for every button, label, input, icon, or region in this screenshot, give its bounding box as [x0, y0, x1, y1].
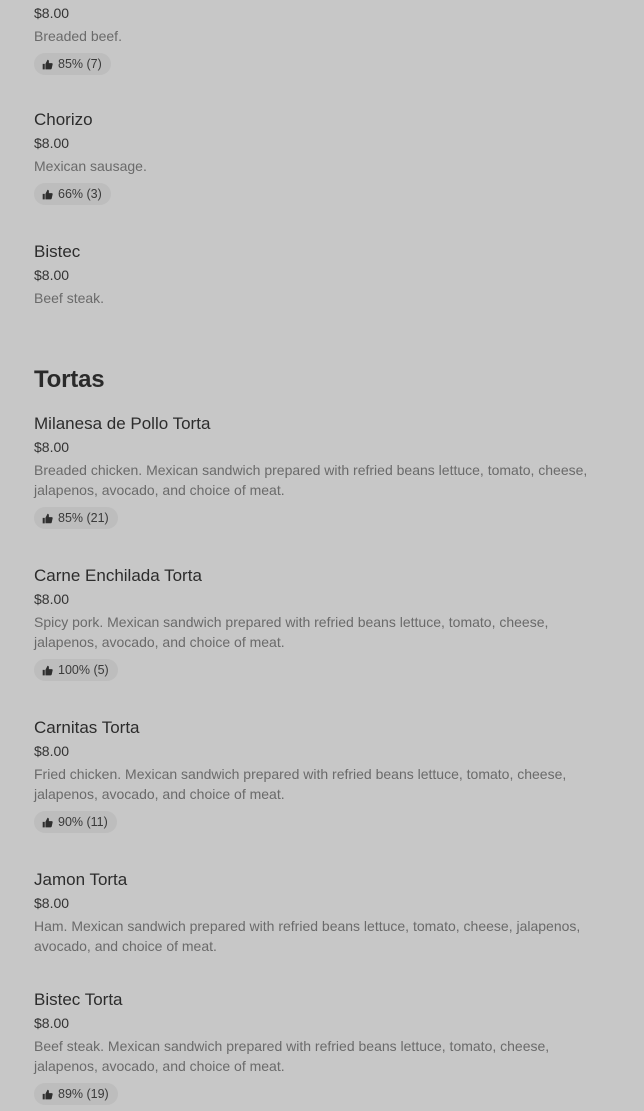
item-price: $8.00: [34, 267, 70, 283]
item-description: Breaded chicken. Mexican sandwich prepar…: [34, 462, 588, 498]
item-name: Carnitas Torta: [34, 718, 140, 737]
menu-item-chorizo[interactable]: Chorizo $8.00 Mexican sausage. 66% (3): [34, 109, 610, 205]
thumbs-up-icon: [42, 1089, 53, 1099]
rating-badge: 100% (5): [34, 659, 118, 681]
menu-item-carnitas-torta[interactable]: Carnitas Torta $8.00 Fried chicken. Mexi…: [34, 717, 610, 833]
menu-page: $8.00 Breaded beef. 85% (7) Chorizo $8.0…: [0, 0, 644, 1111]
item-price: $8.00: [34, 135, 70, 151]
item-description: Beef steak.: [34, 290, 105, 306]
rating-text: 85% (7): [58, 57, 102, 71]
menu-item-milanesa-de-pollo-torta[interactable]: Milanesa de Pollo Torta $8.00 Breaded ch…: [34, 413, 610, 529]
section-title-tortas: Tortas: [34, 366, 105, 393]
rating-text: 89% (19): [58, 1087, 109, 1101]
item-description: Beef steak. Mexican sandwich prepared wi…: [34, 1038, 550, 1074]
menu-item-partial[interactable]: $8.00 Breaded beef. 85% (7): [34, 4, 610, 75]
item-description: Spicy pork. Mexican sandwich prepared wi…: [34, 614, 549, 650]
rating-text: 66% (3): [58, 187, 102, 201]
rating-badge: 85% (21): [34, 507, 118, 529]
rating-badge: 89% (19): [34, 1083, 118, 1105]
rating-text: 90% (11): [58, 815, 108, 829]
rating-badge: 90% (11): [34, 811, 117, 833]
item-description: Breaded beef.: [34, 28, 122, 44]
thumbs-up-icon: [42, 189, 53, 199]
item-price: $8.00: [34, 439, 70, 455]
item-description: Fried chicken. Mexican sandwich prepared…: [34, 766, 567, 802]
item-description: Mexican sausage.: [34, 158, 147, 174]
menu-item-bistec-torta[interactable]: Bistec Torta $8.00 Beef steak. Mexican s…: [34, 989, 610, 1105]
thumbs-up-icon: [42, 513, 53, 523]
item-name: Milanesa de Pollo Torta: [34, 414, 211, 433]
item-name: Jamon Torta: [34, 870, 128, 889]
item-description: Ham. Mexican sandwich prepared with refr…: [34, 918, 581, 954]
menu-item-carne-enchilada-torta[interactable]: Carne Enchilada Torta $8.00 Spicy pork. …: [34, 565, 610, 681]
thumbs-up-icon: [42, 817, 53, 827]
rating-text: 85% (21): [58, 511, 109, 525]
item-name: Carne Enchilada Torta: [34, 566, 202, 585]
rating-badge: 85% (7): [34, 53, 111, 75]
rating-badge: 66% (3): [34, 183, 111, 205]
menu-item-bistec[interactable]: Bistec $8.00 Beef steak.: [34, 241, 610, 308]
item-name: Bistec Torta: [34, 990, 123, 1009]
item-name: Chorizo: [34, 110, 93, 129]
thumbs-up-icon: [42, 59, 53, 69]
item-name: Bistec: [34, 242, 81, 261]
item-price: $8.00: [34, 591, 70, 607]
item-price: $8.00: [34, 895, 70, 911]
menu-item-jamon-torta[interactable]: Jamon Torta $8.00 Ham. Mexican sandwich …: [34, 869, 610, 956]
item-price: $8.00: [34, 743, 70, 759]
item-price: $8.00: [34, 5, 70, 21]
item-price: $8.00: [34, 1015, 70, 1031]
thumbs-up-icon: [42, 665, 53, 675]
rating-text: 100% (5): [58, 663, 109, 677]
